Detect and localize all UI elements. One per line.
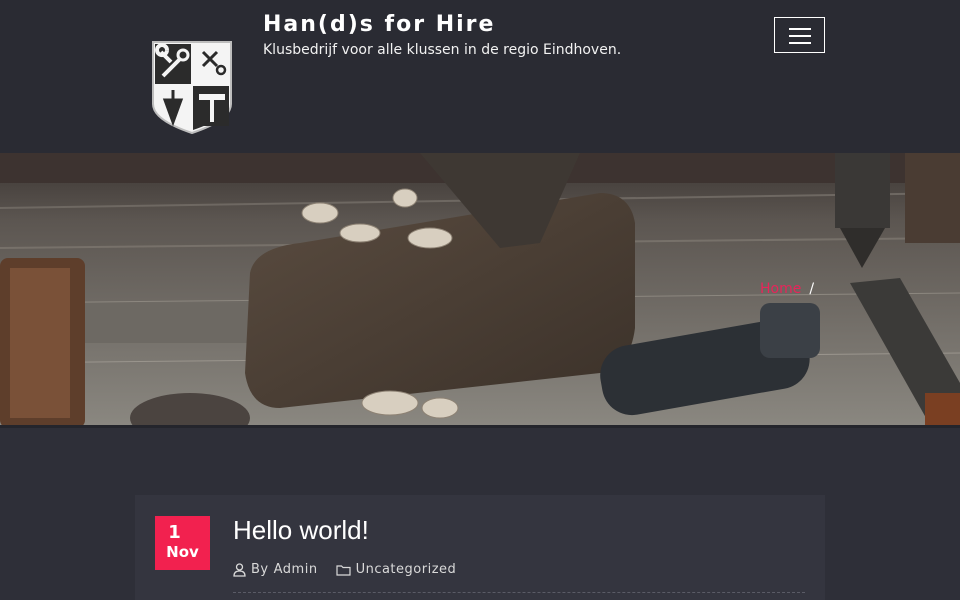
hamburger-line — [789, 35, 811, 37]
hamburger-line — [789, 42, 811, 44]
post-title[interactable]: Hello world! — [233, 515, 369, 546]
post-category-link[interactable]: Uncategorized — [356, 562, 457, 577]
post-category: Uncategorized — [335, 562, 457, 577]
post-date-day: 1 — [168, 522, 181, 543]
breadcrumb-home-link[interactable]: Home — [760, 281, 801, 297]
site-tagline: Klusbedrijf voor alle klussen in de regi… — [263, 42, 622, 58]
post-meta: By Admin Uncategorized — [233, 562, 474, 577]
breadcrumb: Home / — [760, 281, 814, 297]
hero-banner: Home / — [0, 153, 960, 425]
banner-divider — [0, 425, 960, 428]
site-logo[interactable] — [151, 38, 233, 135]
breadcrumb-separator: / — [809, 281, 815, 297]
hamburger-menu-button[interactable] — [774, 17, 825, 53]
folder-icon — [335, 564, 351, 576]
shield-tools-logo-icon — [152, 41, 232, 135]
post-date-badge: 1 Nov — [155, 516, 210, 570]
post-author: By Admin — [233, 562, 318, 577]
post-author-prefix: By — [251, 562, 269, 577]
post-divider — [233, 592, 805, 593]
site-title[interactable]: Han(d)s for Hire — [263, 12, 495, 37]
post-author-link[interactable]: Admin — [274, 562, 318, 577]
post-card: 1 Nov Hello world! By Admin Uncategorize… — [135, 495, 825, 600]
hamburger-line — [789, 28, 811, 30]
woodworking-tools-photo — [0, 153, 960, 425]
user-icon — [233, 562, 246, 577]
post-date-month: Nov — [166, 543, 199, 561]
site-header: Han(d)s for Hire Klusbedrijf voor alle k… — [0, 0, 960, 153]
